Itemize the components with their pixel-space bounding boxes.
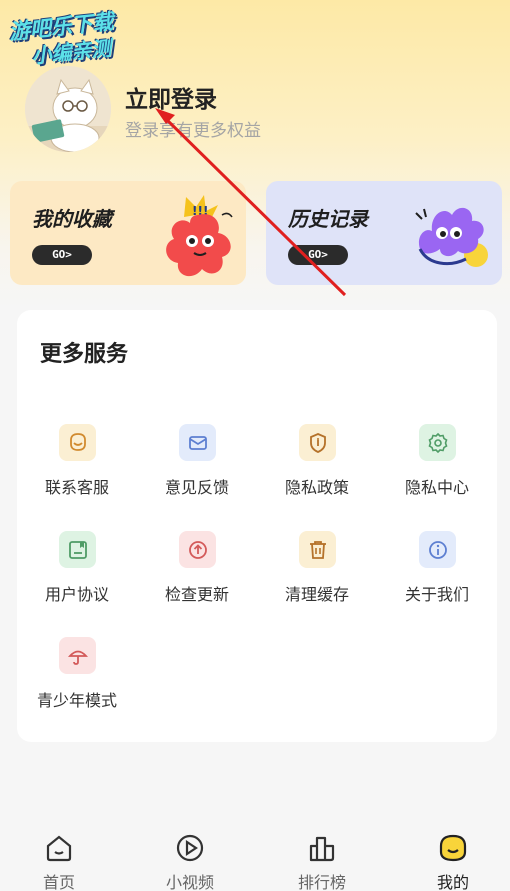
service-contact-support[interactable]: 联系客服 — [22, 424, 132, 504]
service-check-update[interactable]: 检查更新 — [142, 531, 252, 611]
home-icon — [46, 835, 72, 862]
favorites-card[interactable]: 我的收藏 GO> !!! — [10, 181, 246, 285]
service-label: 用户协议 — [44, 585, 109, 604]
service-privacy-center[interactable]: 隐私中心 — [382, 424, 492, 504]
tab-mine[interactable]: 我的 — [403, 815, 503, 891]
blob-mascot-icon — [415, 207, 488, 267]
play-icon — [176, 834, 204, 862]
agreement-icon — [59, 531, 96, 568]
trash-icon — [299, 531, 336, 568]
customer-service-icon — [59, 424, 96, 461]
gear-icon — [419, 424, 456, 461]
service-label: 检查更新 — [164, 585, 229, 604]
tab-ranking[interactable]: 排行榜 — [272, 815, 372, 891]
bottom-tab-bar: 首页 小视频 排行榜 我的 — [0, 815, 510, 891]
tab-label: 排行榜 — [297, 873, 346, 891]
service-label: 联系客服 — [44, 478, 109, 497]
tab-home[interactable]: 首页 — [9, 815, 109, 891]
cat-avatar-icon — [25, 66, 111, 152]
service-teen-mode[interactable]: 青少年模式 — [22, 637, 132, 717]
service-user-agreement[interactable]: 用户协议 — [22, 531, 132, 611]
service-label: 隐私中心 — [404, 478, 469, 497]
info-icon — [419, 531, 456, 568]
ranking-icon — [309, 836, 335, 862]
avatar[interactable] — [25, 66, 111, 152]
service-label: 意见反馈 — [164, 478, 229, 497]
service-label: 隐私政策 — [284, 478, 349, 497]
flower-mascot-icon: !!! — [166, 195, 233, 277]
service-feedback[interactable]: 意见反馈 — [142, 424, 252, 504]
more-services-panel: 更多服务 联系客服 意见反馈 隐私政策 隐私中心 用户协议 检查更新 清理缓存 … — [17, 310, 497, 742]
service-label: 关于我们 — [404, 585, 469, 604]
feedback-icon — [179, 424, 216, 461]
history-title: 历史记录 — [288, 207, 368, 231]
umbrella-icon — [59, 637, 96, 674]
history-go-button[interactable]: GO> — [288, 245, 348, 265]
favorites-title: 我的收藏 — [32, 207, 112, 231]
login-title[interactable]: 立即登录 — [125, 80, 217, 114]
service-about-us[interactable]: 关于我们 — [382, 531, 492, 611]
service-clear-cache[interactable]: 清理缓存 — [262, 531, 372, 611]
service-privacy-policy[interactable]: 隐私政策 — [262, 424, 372, 504]
more-services-title: 更多服务 — [40, 342, 129, 367]
service-label: 清理缓存 — [284, 585, 349, 604]
tab-label: 我的 — [436, 873, 469, 891]
shield-icon — [299, 424, 336, 461]
tab-label: 小视频 — [165, 873, 214, 891]
favorites-go-button[interactable]: GO> — [32, 245, 92, 265]
history-card[interactable]: 历史记录 GO> — [266, 181, 502, 285]
login-subtitle: 登录享有更多权益 — [125, 121, 261, 141]
tab-label: 首页 — [42, 873, 75, 891]
profile-icon — [439, 834, 467, 862]
service-label: 青少年模式 — [36, 691, 117, 710]
update-icon — [179, 531, 216, 568]
tab-short-video[interactable]: 小视频 — [140, 815, 240, 891]
